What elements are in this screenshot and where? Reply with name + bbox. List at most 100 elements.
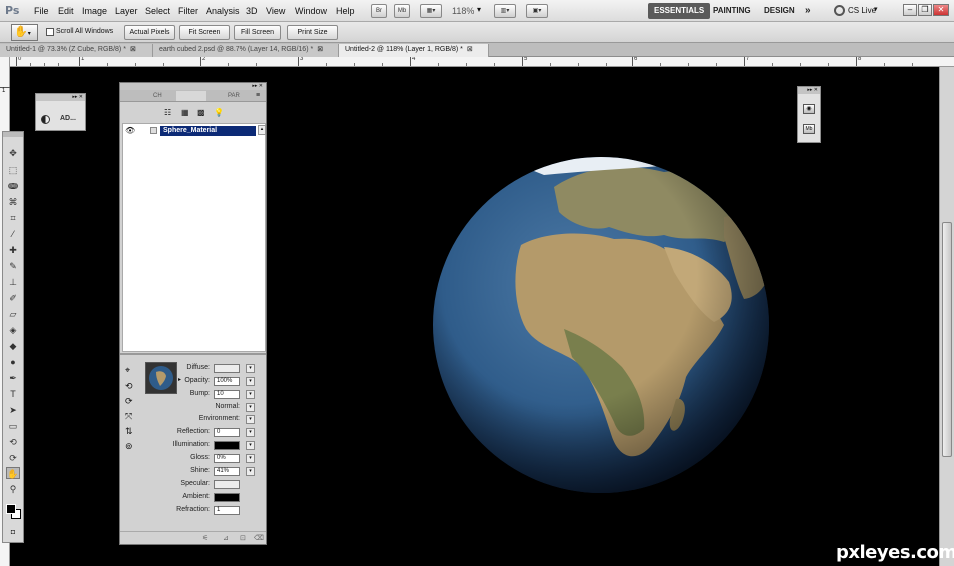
zoom-level[interactable]: 118% (452, 6, 474, 16)
actual-pixels-button[interactable]: Actual Pixels (124, 25, 175, 40)
panel-header[interactable]: ▸▸ ✕ (36, 94, 85, 101)
menu-analysis[interactable]: Analysis (206, 6, 240, 16)
zoom-dropdown-icon[interactable]: ▾ (477, 5, 481, 14)
fill-screen-button[interactable]: Fill Screen (234, 25, 281, 40)
opacity-field[interactable]: 100% (214, 377, 240, 386)
healing-brush-tool-icon[interactable]: ✚ (6, 244, 20, 256)
arrange-documents-icon[interactable]: ▥▾ (494, 4, 516, 18)
workspace-more[interactable]: » (799, 3, 817, 19)
toolbox-header[interactable] (3, 132, 23, 137)
new-light-icon[interactable]: ⊡ (240, 534, 246, 542)
menu-help[interactable]: Help (336, 6, 355, 16)
restore-icon[interactable]: ❐ (918, 4, 932, 16)
tab-untitled-2[interactable]: Untitled-2 @ 118% (Layer 1, RGB/8) * ⊠ (339, 44, 489, 57)
menu-edit[interactable]: Edit (58, 6, 74, 16)
lasso-tool-icon[interactable]: ↈ (6, 180, 20, 192)
pen-tool-icon[interactable]: ✒ (6, 372, 20, 384)
close-tab-icon[interactable]: ⊠ (317, 46, 323, 53)
cs-live-dropdown-icon[interactable]: ▾ (874, 5, 878, 13)
print-size-button[interactable]: Print Size (287, 25, 338, 40)
close-icon[interactable]: ✕ (933, 4, 949, 16)
filter-materials-icon[interactable]: ▩ (197, 108, 205, 117)
workspace-essentials[interactable]: ESSENTIALS (648, 3, 711, 19)
environment-texture-icon[interactable]: ▾ (246, 415, 255, 424)
move-tool-icon[interactable]: ✥ (6, 147, 20, 159)
material-select-tool-icon[interactable]: ⌖ (125, 365, 130, 376)
panel-divider[interactable] (120, 353, 266, 355)
blur-tool-icon[interactable]: ◆ (6, 340, 20, 352)
scrollbar-thumb[interactable] (942, 222, 952, 457)
gloss-texture-icon[interactable]: ▾ (246, 454, 255, 463)
visibility-eye-icon[interactable]: 👁 (125, 126, 135, 135)
adjustments-label[interactable]: AD... (60, 115, 76, 122)
tab-channels[interactable]: CH (153, 91, 162, 101)
menu-image[interactable]: Image (82, 6, 107, 16)
type-tool-icon[interactable]: T (6, 388, 20, 400)
filter-lights-icon[interactable]: 💡 (214, 108, 224, 117)
panel-header[interactable]: ▸▸ ✕ (120, 83, 266, 90)
reflection-field[interactable]: 0 (214, 428, 240, 437)
hand-tool-preset-icon[interactable]: ✋▾ (11, 24, 38, 41)
ambient-swatch[interactable] (214, 493, 240, 502)
reflection-texture-icon[interactable]: ▾ (246, 428, 255, 437)
brush-tool-icon[interactable]: ✎ (6, 260, 20, 272)
diffuse-swatch[interactable] (214, 364, 240, 373)
illumination-texture-icon[interactable]: ▾ (246, 441, 255, 450)
filter-scene-icon[interactable]: ☷ (164, 108, 171, 117)
3d-orbit-tool-icon[interactable]: ⟳ (6, 452, 20, 464)
workspace-design[interactable]: DESIGN (758, 3, 801, 19)
marquee-tool-icon[interactable]: ⬚ (6, 164, 20, 176)
cs-live-icon[interactable] (834, 5, 845, 16)
mini-bridge-icon[interactable]: Mb (394, 4, 410, 18)
history-brush-tool-icon[interactable]: ✐ (6, 292, 20, 304)
camera-raw-icon[interactable]: ◉ (803, 104, 815, 114)
tab-paragraph[interactable]: PAR (228, 91, 240, 101)
quick-mask-icon[interactable]: ◘ (6, 527, 20, 539)
panel-menu-icon[interactable]: ≡ (256, 92, 260, 99)
tab-earth-cubed[interactable]: earth cubed 2.psd @ 88.7% (Layer 14, RGB… (153, 44, 339, 57)
eyedropper-tool-icon[interactable]: ⁄ (6, 228, 20, 240)
ground-plane-icon[interactable]: ⊿ (223, 534, 229, 542)
menu-file[interactable]: File (34, 6, 49, 16)
menu-view[interactable]: View (266, 6, 285, 16)
3d-rotate-tool-icon[interactable]: ⟲ (6, 436, 20, 448)
crop-tool-icon[interactable]: ⌗ (6, 212, 20, 224)
refraction-field[interactable]: 1 (214, 506, 240, 515)
material-drag-tool-icon[interactable]: ⤧ (125, 411, 132, 422)
horizontal-ruler[interactable]: 0 1 2 3 4 5 6 7 8 (10, 57, 954, 67)
menu-layer[interactable]: Layer (115, 6, 138, 16)
render-settings-icon[interactable]: ⚟ (202, 534, 208, 542)
specular-swatch[interactable] (214, 480, 240, 489)
dodge-tool-icon[interactable]: ● (6, 356, 20, 368)
menu-filter[interactable]: Filter (178, 6, 198, 16)
mini-bridge-panel-icon[interactable]: Mb (803, 124, 815, 134)
menu-window[interactable]: Window (295, 6, 327, 16)
bridge-icon[interactable]: Br (371, 4, 387, 18)
workspace-painting[interactable]: PAINTING (707, 3, 757, 19)
scroll-all-windows-checkbox[interactable] (46, 28, 54, 36)
list-item[interactable]: 👁 Sphere_Material ▴ (123, 125, 266, 137)
filter-meshes-icon[interactable]: ▦ (181, 108, 189, 117)
vertical-scrollbar[interactable] (939, 67, 954, 566)
shine-field[interactable]: 41% (214, 467, 240, 476)
clone-stamp-tool-icon[interactable]: ⊥ (6, 276, 20, 288)
screen-mode-icon[interactable]: ▣▾ (526, 4, 548, 18)
normal-texture-icon[interactable]: ▾ (246, 403, 255, 412)
fit-screen-button[interactable]: Fit Screen (179, 25, 230, 40)
shape-tool-icon[interactable]: ▭ (6, 420, 20, 432)
material-name[interactable]: Sphere_Material (160, 126, 256, 136)
bump-texture-icon[interactable]: ▾ (246, 390, 255, 399)
opacity-texture-icon[interactable]: ▾ (246, 377, 255, 386)
material-rotate-tool-icon[interactable]: ⟲ (125, 381, 133, 392)
diffuse-texture-icon[interactable]: ▾ (246, 364, 255, 373)
tab-untitled-1[interactable]: Untitled-1 @ 73.3% (Z Cube, RGB/8) * ⊠ (0, 44, 153, 57)
menu-select[interactable]: Select (145, 6, 170, 16)
hand-tool-icon[interactable]: ✋ (6, 467, 20, 479)
view-extras-icon[interactable]: ▦▾ (420, 4, 442, 18)
menu-3d[interactable]: 3D (246, 6, 258, 16)
delete-icon[interactable]: ⌫ (254, 534, 264, 542)
bump-field[interactable]: 10 (214, 390, 240, 399)
close-tab-icon[interactable]: ⊠ (130, 46, 136, 53)
material-roll-tool-icon[interactable]: ⟳ (125, 396, 133, 407)
minimize-icon[interactable]: – (903, 4, 917, 16)
